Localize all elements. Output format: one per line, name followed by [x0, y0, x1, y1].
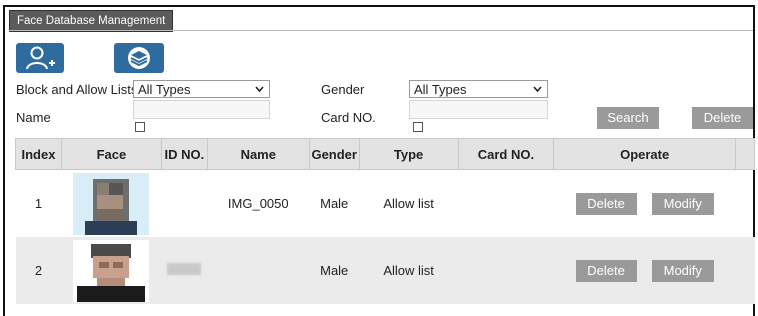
column-header: Operate — [553, 138, 736, 170]
column-header: Card NO. — [458, 138, 555, 170]
column-header: Index — [15, 138, 62, 170]
name-checkbox[interactable] — [135, 122, 145, 132]
row-operate: Delete Modify — [553, 237, 736, 304]
table-row[interactable]: 1 IMG_0050 Male Allow list Delete Modify — [16, 170, 755, 238]
row-modify-button[interactable]: Modify — [651, 192, 714, 215]
row-index: 2 — [15, 237, 62, 304]
row-name: IMG_0050 — [227, 196, 289, 211]
row-delete-button[interactable]: Delete — [575, 192, 637, 215]
row-id-no — [161, 170, 207, 238]
row-index: 1 — [34, 196, 43, 211]
row-type: Allow list — [383, 196, 434, 211]
row-type: Allow list — [359, 237, 459, 304]
row-card-no — [458, 170, 554, 238]
row-id-no — [161, 237, 208, 304]
column-header-spacer — [735, 138, 756, 170]
name-label: Name — [16, 110, 51, 125]
row-spacer — [735, 237, 755, 304]
row-card-no — [458, 237, 554, 304]
column-header: Face — [61, 138, 162, 170]
face-thumbnail-cell — [61, 170, 161, 238]
tab-divider — [9, 30, 753, 31]
table-row[interactable]: 2 Male Allow list Delete Modify — [15, 237, 755, 304]
chevron-down-icon — [533, 86, 542, 93]
face-thumbnail — [73, 172, 150, 235]
column-header: Name — [207, 138, 310, 170]
column-header: ID NO. — [161, 138, 208, 170]
redacted-id — [167, 263, 202, 275]
gender-select[interactable]: All Types — [409, 80, 548, 98]
chevron-down-icon — [255, 86, 264, 93]
gender-label: Gender — [321, 82, 365, 97]
face-thumbnail — [73, 239, 150, 302]
name-input[interactable] — [133, 100, 270, 119]
column-header: Type — [359, 138, 459, 170]
batch-import-button[interactable] — [114, 43, 164, 73]
face-table: Index Face ID NO. Name Gender Type Card … — [15, 138, 756, 304]
layers-icon — [128, 47, 150, 69]
card-no-input[interactable] — [409, 100, 548, 119]
table-header-row: Index Face ID NO. Name Gender Type Card … — [15, 138, 756, 170]
list-type-select[interactable]: All Types — [133, 80, 270, 98]
row-name — [207, 237, 310, 304]
card-no-checkbox[interactable] — [413, 122, 423, 132]
row-gender: Male — [309, 237, 360, 304]
list-type-label: Block and Allow Lists — [16, 82, 138, 97]
add-user-icon — [26, 46, 55, 70]
card-no-label: Card NO. — [321, 110, 376, 125]
list-type-value: All Types — [138, 82, 191, 97]
row-gender: Male — [320, 196, 349, 211]
add-face-button[interactable] — [16, 43, 64, 73]
column-header: Gender — [309, 138, 360, 170]
gender-value: All Types — [414, 82, 467, 97]
delete-all-button[interactable]: Delete — [692, 107, 753, 129]
face-thumbnail-cell — [61, 237, 162, 304]
row-delete-button[interactable]: Delete — [575, 259, 637, 282]
row-operate: Delete Modify — [554, 170, 736, 238]
tab-face-database-management[interactable]: Face Database Management — [9, 10, 174, 32]
row-spacer — [735, 170, 754, 238]
search-button[interactable]: Search — [597, 107, 659, 129]
row-modify-button[interactable]: Modify — [651, 259, 714, 282]
